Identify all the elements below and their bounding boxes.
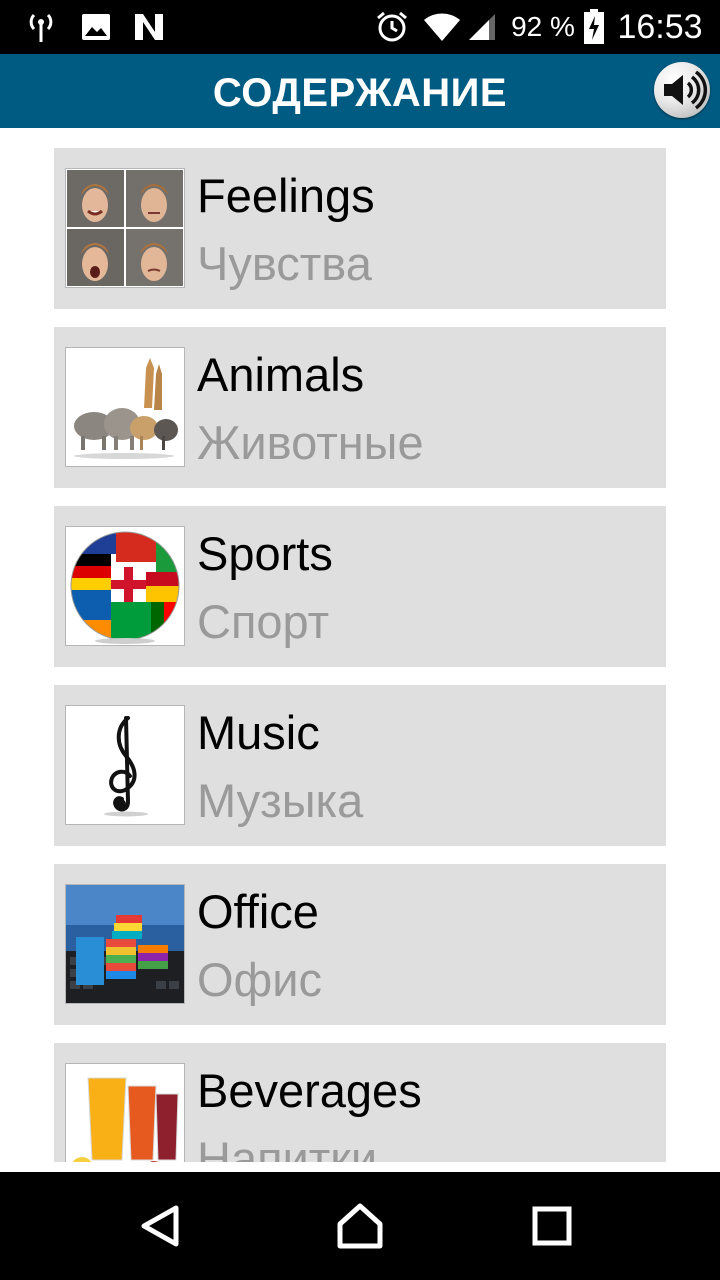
home-button[interactable] bbox=[330, 1196, 390, 1256]
category-title-en: Beverages bbox=[197, 1064, 422, 1117]
category-title-ru: Спорт bbox=[197, 595, 330, 648]
list-item-beverages[interactable]: Beverages Напитки bbox=[54, 1043, 666, 1162]
music-thumbnail bbox=[65, 705, 185, 825]
sports-thumbnail bbox=[65, 526, 185, 646]
category-title-en: Feelings bbox=[197, 169, 375, 222]
app-bar: СОДЕРЖАНИЕ bbox=[0, 54, 720, 128]
category-title-en: Office bbox=[197, 885, 319, 938]
list-item-office[interactable]: Office Офис bbox=[54, 864, 666, 1025]
recents-icon bbox=[532, 1206, 572, 1246]
category-title-ru: Напитки bbox=[197, 1132, 378, 1162]
signal-icon bbox=[466, 0, 498, 54]
beverages-thumbnail bbox=[65, 1063, 185, 1162]
category-title-ru: Музыка bbox=[197, 774, 364, 827]
office-thumbnail bbox=[65, 884, 185, 1004]
speaker-button[interactable] bbox=[654, 62, 710, 118]
navigation-bar bbox=[0, 1172, 720, 1280]
alarm-icon bbox=[374, 0, 410, 54]
speaker-icon bbox=[664, 70, 708, 110]
battery-percent: 92 % bbox=[511, 11, 575, 42]
radio-tower-icon bbox=[24, 0, 58, 54]
category-title-ru: Чувства bbox=[197, 237, 372, 290]
battery-charging-icon bbox=[582, 0, 606, 54]
page-title: СОДЕРЖАНИЕ bbox=[212, 71, 508, 115]
clock: 16:53 bbox=[617, 7, 703, 46]
image-icon bbox=[80, 0, 112, 54]
n-app-icon bbox=[132, 0, 166, 54]
back-icon bbox=[141, 1205, 179, 1247]
status-bar: 92 % 16:53 bbox=[0, 0, 720, 54]
back-button[interactable] bbox=[130, 1196, 190, 1256]
list-item-music[interactable]: Music Музыка bbox=[54, 685, 666, 846]
animals-thumbnail bbox=[65, 347, 185, 467]
category-title-ru: Животные bbox=[197, 416, 424, 469]
feelings-thumbnail bbox=[65, 168, 185, 288]
home-icon bbox=[337, 1203, 383, 1249]
category-title-ru: Офис bbox=[197, 953, 322, 1006]
list-item-animals[interactable]: Animals Животные bbox=[54, 327, 666, 488]
recents-button[interactable] bbox=[522, 1196, 582, 1256]
category-title-en: Sports bbox=[197, 527, 333, 580]
category-title-en: Animals bbox=[197, 348, 365, 401]
list-item-feelings[interactable]: Feelings Чувства bbox=[54, 148, 666, 309]
list-item-sports[interactable]: Sports Спорт bbox=[54, 506, 666, 667]
wifi-icon bbox=[422, 0, 462, 54]
category-list[interactable]: Feelings Чувства Animals Животные Sports… bbox=[0, 128, 720, 1162]
category-title-en: Music bbox=[197, 706, 320, 759]
